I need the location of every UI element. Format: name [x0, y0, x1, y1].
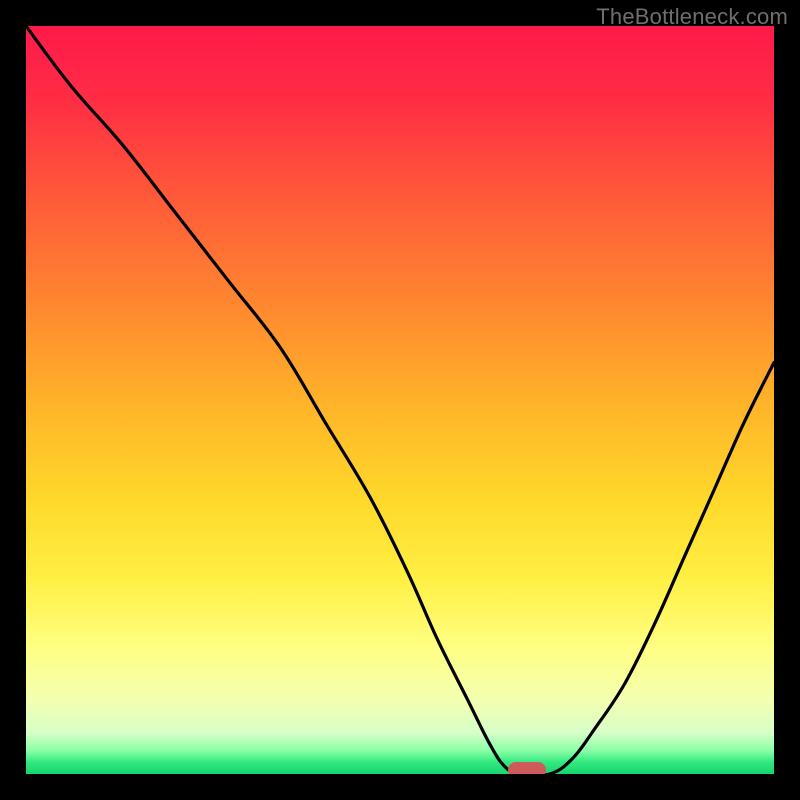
chart-frame: TheBottleneck.com [0, 0, 800, 800]
plot-area [26, 26, 774, 774]
watermark-text: TheBottleneck.com [596, 4, 788, 30]
bottleneck-curve [26, 26, 774, 774]
